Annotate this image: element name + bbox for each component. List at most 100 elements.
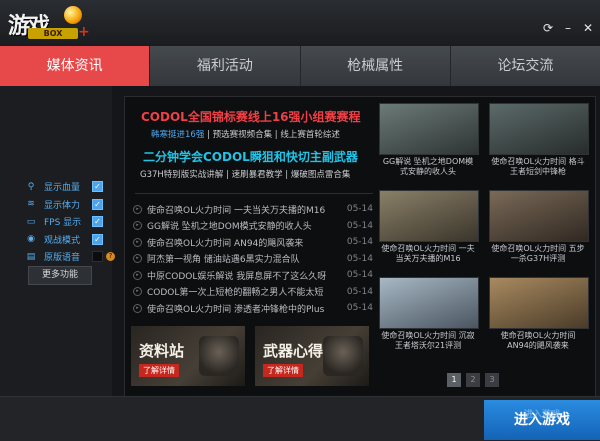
news-date: 05-14 bbox=[346, 270, 373, 281]
news-item[interactable]: ▸ 使命召唤OL火力时间 一夫当关万夫播的M16 05-14 bbox=[133, 201, 373, 218]
headline-1[interactable]: CODOL全国锦标赛线上16强小组赛赛程 bbox=[141, 108, 361, 125]
news-title: CODOL第一次上短枪的翻畅之男人不能太短 bbox=[147, 288, 324, 299]
news-date: 05-14 bbox=[346, 220, 373, 231]
option-show-hp[interactable]: ⚲ 显示血量 ✓ bbox=[24, 178, 115, 196]
news-date: 05-14 bbox=[346, 204, 373, 215]
page-2-button[interactable]: 2 bbox=[466, 373, 480, 387]
news-date: 05-14 bbox=[346, 237, 373, 248]
news-date: 05-14 bbox=[346, 303, 373, 314]
bullet-icon: ▸ bbox=[133, 204, 142, 214]
news-item[interactable]: ▸ GG解说 坠机之地DOM模式安静的收人头 05-14 bbox=[133, 218, 373, 235]
main-tabs: 媒体资讯 福利活动 枪械属性 论坛交流 bbox=[0, 46, 600, 86]
minimize-icon[interactable]: – bbox=[562, 22, 574, 34]
banner-weapon-tips[interactable]: 武器心得 了解详情 bbox=[255, 326, 369, 386]
divider bbox=[135, 193, 373, 194]
video-caption[interactable]: 使命召唤OL火力时间 格斗王者短剑中锋枪 bbox=[489, 157, 587, 187]
video-card[interactable]: 使命召唤OL火力时间 格斗王者短剑中锋枪 bbox=[489, 103, 589, 187]
video-thumbnail[interactable] bbox=[489, 103, 589, 155]
video-thumbnail[interactable] bbox=[379, 277, 479, 329]
banner-title: 资料站 bbox=[139, 342, 185, 360]
book-icon: ▤ bbox=[26, 251, 36, 262]
tab-forum[interactable]: 论坛交流 bbox=[449, 46, 600, 86]
sublink-highlight[interactable]: 韩寒挺进16强 bbox=[151, 130, 204, 140]
video-thumbnail[interactable] bbox=[489, 190, 589, 242]
page-1-button[interactable]: 1 bbox=[447, 373, 461, 387]
video-thumbnail[interactable] bbox=[379, 190, 479, 242]
enter-game-button[interactable]: 进入游戏 进入游戏 bbox=[484, 400, 600, 440]
news-list: ▸ 使命召唤OL火力时间 一夫当关万夫播的M16 05-14 ▸ GG解说 坠机之地D… bbox=[133, 201, 373, 317]
page-3-button[interactable]: 3 bbox=[485, 373, 499, 387]
news-title: GG解说 坠机之地DOM模式安静的收人头 bbox=[147, 222, 312, 233]
options-list: ⚲ 显示血量 ✓ ≋ 显示体力 ✓ ▭ FPS 显示 ✓ ◉ 观战模式 ✓ ▤ … bbox=[24, 178, 115, 266]
checkbox-voice[interactable] bbox=[92, 251, 103, 263]
banner-details-button[interactable]: 了解详情 bbox=[263, 364, 303, 377]
option-label: 显示体力 bbox=[44, 200, 81, 211]
close-icon[interactable]: ✕ bbox=[582, 22, 594, 34]
more-features-button[interactable]: 更多功能 bbox=[28, 266, 92, 285]
option-spectate[interactable]: ◉ 观战模式 ✓ bbox=[24, 231, 115, 249]
location-icon: ⚲ bbox=[27, 181, 35, 192]
monitor-icon: ▭ bbox=[26, 216, 36, 227]
video-thumbnail[interactable] bbox=[489, 277, 589, 329]
bullet-icon: ▸ bbox=[133, 303, 142, 313]
video-caption[interactable]: 使命召唤OL火力时间 AN94的飓风袭来 bbox=[489, 331, 587, 361]
pagination: 1 2 3 bbox=[447, 373, 499, 387]
sublinks-rest[interactable]: | 预选赛视频合集 | 线上赛首轮综述 bbox=[204, 130, 340, 140]
news-item[interactable]: ▸ 使命召唤OL火力时间 AN94的飓风袭来 05-14 bbox=[133, 234, 373, 251]
logo-plus-icon: + bbox=[78, 24, 90, 40]
bullet-icon: ▸ bbox=[133, 221, 142, 231]
enter-ghost-text: 进入游戏 bbox=[523, 410, 560, 420]
video-caption[interactable]: 使命召唤OL火力时间 五步一杀G37H评测 bbox=[489, 244, 587, 274]
bullet-icon: ▸ bbox=[133, 254, 142, 264]
headline-2[interactable]: 二分钟学会CODOL瞬狙和快切主副武器 bbox=[143, 148, 358, 165]
news-panel: CODOL全国锦标赛线上16强小组赛赛程 韩寒挺进16强 | 预选赛视频合集 |… bbox=[124, 96, 596, 398]
tab-weapons[interactable]: 枪械属性 bbox=[299, 46, 450, 86]
checkbox-show-hp[interactable]: ✓ bbox=[92, 181, 103, 193]
eye-icon: ◉ bbox=[27, 234, 35, 245]
video-caption[interactable]: GG解说 坠机之地DOM模式安静的收人头 bbox=[379, 157, 477, 187]
option-fps[interactable]: ▭ FPS 显示 ✓ bbox=[24, 213, 115, 231]
help-icon[interactable]: ? bbox=[106, 252, 115, 262]
video-card[interactable]: 使命召唤OL火力时间 五步一杀G37H评测 bbox=[489, 190, 589, 274]
video-caption[interactable]: 使命召唤OL火力时间 一夫当关万夫播的M16 bbox=[379, 244, 477, 274]
video-caption[interactable]: 使命召唤OL火力时间 沉寂王者塔沃尔21评测 bbox=[379, 331, 477, 361]
news-item[interactable]: ▸ CODOL第一次上短枪的翻畅之男人不能太短 05-14 bbox=[133, 284, 373, 301]
news-title: 阿杰第一视角 储油站遇6黑实力混合队 bbox=[147, 255, 300, 266]
news-item[interactable]: ▸ 阿杰第一视角 储油站遇6黑实力混合队 05-14 bbox=[133, 251, 373, 268]
tab-welfare[interactable]: 福利活动 bbox=[149, 46, 300, 86]
news-title: 使命召唤OL火力时间 AN94的飓风袭来 bbox=[147, 238, 304, 249]
news-item[interactable]: ▸ 使命召唤OL火力时间 渗透者冲锋枪中的Plus 05-14 bbox=[133, 300, 373, 317]
video-card[interactable]: 使命召唤OL火力时间 沉寂王者塔沃尔21评测 bbox=[379, 277, 479, 361]
news-date: 05-14 bbox=[346, 253, 373, 264]
tab-media[interactable]: 媒体资讯 bbox=[0, 46, 150, 86]
window-controls: ⟳ – ✕ bbox=[542, 22, 594, 34]
option-label: 原版语音 bbox=[44, 253, 81, 264]
app-logo: 游戏 BOX + bbox=[8, 6, 98, 42]
news-item[interactable]: ▸ 中原CODOL娱乐解说 我屏息屏不了这么久呀 05-14 bbox=[133, 267, 373, 284]
bullet-icon: ▸ bbox=[133, 237, 142, 247]
checkbox-show-stamina[interactable]: ✓ bbox=[92, 198, 103, 210]
banner-data-station[interactable]: 资料站 了解详情 bbox=[131, 326, 245, 386]
option-show-stamina[interactable]: ≋ 显示体力 ✓ bbox=[24, 196, 115, 214]
checkbox-spectate[interactable]: ✓ bbox=[92, 233, 103, 245]
option-voice[interactable]: ▤ 原版语音 ? bbox=[24, 248, 115, 266]
video-grid: GG解说 坠机之地DOM模式安静的收人头 使命召唤OL火力时间 格斗王者短剑中锋… bbox=[379, 103, 589, 361]
video-thumbnail[interactable] bbox=[379, 103, 479, 155]
banners: 资料站 了解详情 武器心得 了解详情 bbox=[131, 326, 369, 386]
weapon-image bbox=[323, 336, 363, 376]
option-label: 观战模式 bbox=[44, 235, 81, 246]
video-card[interactable]: GG解说 坠机之地DOM模式安静的收人头 bbox=[379, 103, 479, 187]
option-label: 显示血量 bbox=[44, 183, 81, 194]
logo-sub: BOX bbox=[28, 28, 78, 39]
video-card[interactable]: 使命召唤OL火力时间 AN94的飓风袭来 bbox=[489, 277, 589, 361]
banner-details-button[interactable]: 了解详情 bbox=[139, 364, 179, 377]
checkbox-fps[interactable]: ✓ bbox=[92, 216, 103, 228]
bullet-icon: ▸ bbox=[133, 287, 142, 297]
video-card[interactable]: 使命召唤OL火力时间 一夫当关万夫播的M16 bbox=[379, 190, 479, 274]
sublinks-1: 韩寒挺进16强 | 预选赛视频合集 | 线上赛首轮综述 bbox=[151, 128, 340, 140]
option-label: FPS 显示 bbox=[44, 218, 82, 229]
wifi-icon: ≋ bbox=[27, 199, 35, 210]
news-title: 使命召唤OL火力时间 一夫当关万夫播的M16 bbox=[147, 205, 326, 216]
sublinks-2[interactable]: G37H特别版实战讲解 | 速刷暴君教学 | 爆破图点雷合集 bbox=[140, 168, 350, 180]
refresh-icon[interactable]: ⟳ bbox=[542, 22, 554, 34]
